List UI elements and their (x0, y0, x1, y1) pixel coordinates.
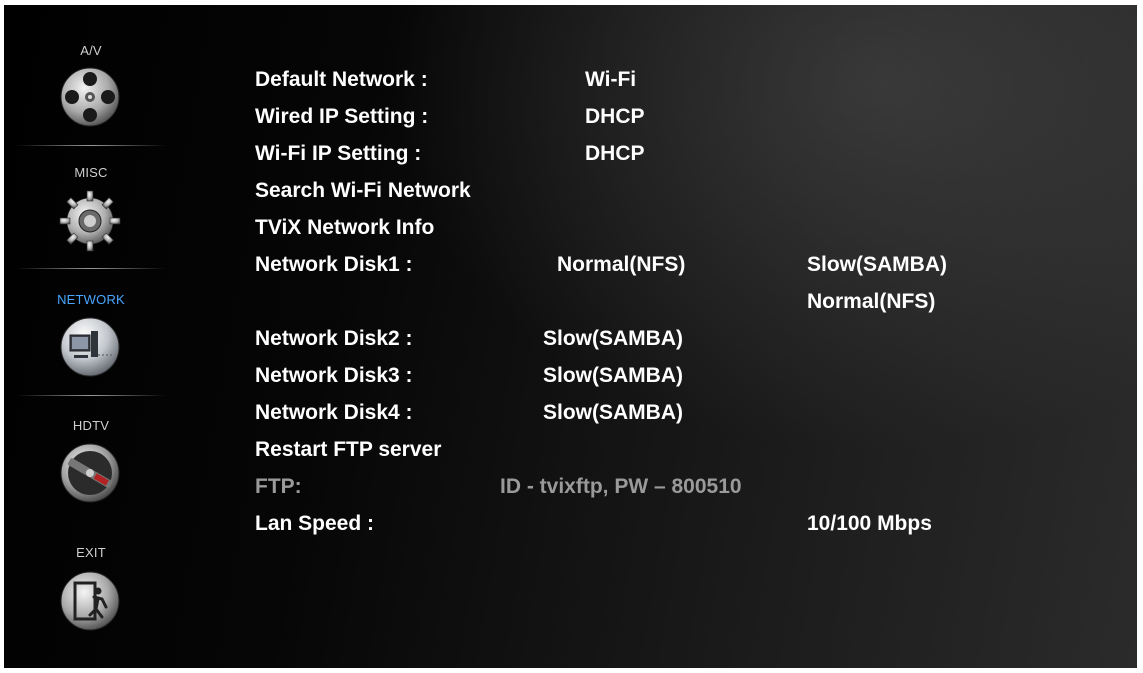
sidebar-item-av-label: A/V (80, 43, 102, 58)
wired-ip-value: DHCP (585, 105, 645, 128)
disk1-label: Network Disk1 : (255, 253, 413, 276)
wifi-ip-value: DHCP (585, 142, 645, 165)
menu-row-network-disk1[interactable]: Network Disk1 : Normal(NFS) Slow(SAMBA) (255, 250, 1015, 280)
sidebar-divider (16, 268, 166, 269)
ftp-credentials-value: ID - tvixftp, PW – 800510 (500, 475, 742, 498)
default-network-value: Wi-Fi (585, 68, 637, 91)
lan-speed-value: 10/100 Mbps (807, 512, 932, 535)
wired-ip-label: Wired IP Setting : (255, 105, 429, 128)
disk3-label: Network Disk3 : (255, 364, 413, 387)
sidebar-item-network-label: NETWORK (57, 292, 125, 307)
tvix-info-label: TViX Network Info (255, 216, 435, 239)
sidebar-item-hdtv-label: HDTV (72, 418, 110, 433)
menu-row-lan-speed[interactable]: Lan Speed : 10/100 Mbps (255, 509, 1015, 539)
disk2-value: Slow(SAMBA) (543, 327, 683, 350)
sidebar-divider (16, 395, 166, 396)
disk1-option-slow-samba[interactable]: Slow(SAMBA) (807, 250, 947, 280)
disk4-value: Slow(SAMBA) (543, 401, 683, 424)
sidebar-item-network[interactable] (58, 315, 122, 379)
ftp-label: FTP: (255, 475, 302, 498)
disk3-value: Slow(SAMBA) (543, 364, 683, 387)
search-wifi-label: Search Wi-Fi Network (255, 179, 471, 202)
sidebar-divider (16, 145, 166, 146)
disk2-label: Network Disk2 : (255, 327, 413, 350)
disk1-option-normal-nfs[interactable]: Normal(NFS) (807, 287, 935, 317)
menu-row-network-disk1-options: Normal(NFS) (255, 287, 1015, 317)
gear-icon (59, 190, 121, 252)
sidebar-item-misc[interactable] (58, 189, 122, 253)
exit-door-icon (60, 571, 120, 631)
restart-ftp-label: Restart FTP server (255, 438, 442, 461)
sidebar-item-misc-label: MISC (74, 165, 108, 180)
sidebar-item-exit[interactable] (58, 569, 122, 633)
film-reel-icon (60, 67, 120, 127)
wifi-ip-label: Wi-Fi IP Setting : (255, 142, 422, 165)
disk4-label: Network Disk4 : (255, 401, 413, 424)
sidebar-item-exit-label: EXIT (76, 545, 106, 560)
default-network-label: Default Network : (255, 68, 428, 91)
sidebar-item-hdtv[interactable] (58, 441, 122, 505)
tv-dial-icon (60, 443, 120, 503)
disk1-value: Normal(NFS) (557, 253, 686, 276)
screen: A/V MISC NETWORK HDTV EXIT Default Netwo… (4, 5, 1137, 668)
computer-network-icon (60, 317, 120, 377)
sidebar-item-av[interactable] (58, 65, 122, 129)
lan-speed-label: Lan Speed : (255, 512, 375, 535)
